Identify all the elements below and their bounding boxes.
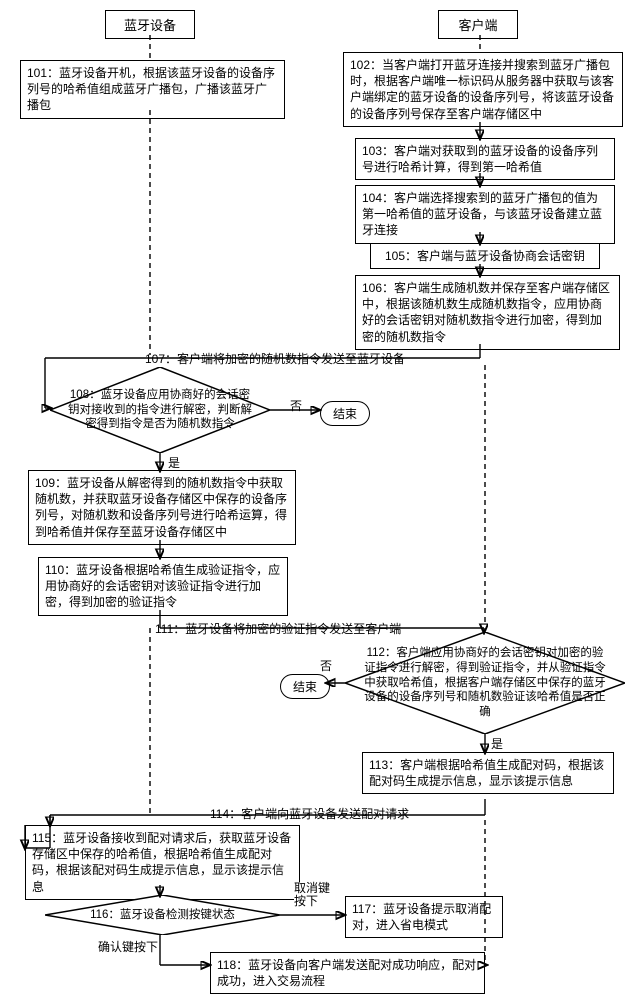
step-117-text: 117：蓝牙设备提示取消配对，进入省电模式 — [352, 902, 491, 932]
header-bluetooth-device: 蓝牙设备 — [105, 10, 195, 39]
step-105: 105：客户端与蓝牙设备协商会话密钥 — [370, 243, 600, 269]
step-102-text: 102：当客户端打开蓝牙连接并搜索到蓝牙广播包时，根据客户端唯一标识码从服务器中… — [350, 58, 614, 121]
step-103: 103：客户端对获取到的蓝牙设备的设备序列号进行哈希计算，得到第一哈希值 — [355, 138, 615, 180]
step-106-text: 106：客户端生成随机数并保存至客户端存储区中，根据该随机数生成随机数指令，应用… — [362, 281, 610, 344]
label-108-yes: 是 — [168, 454, 180, 471]
end-108-text: 结束 — [333, 407, 357, 421]
decision-116: 116：蓝牙设备检测按键状态 — [45, 895, 280, 935]
terminator-end-112: 结束 — [280, 674, 330, 699]
step-106: 106：客户端生成随机数并保存至客户端存储区中，根据该随机数生成随机数指令，应用… — [355, 275, 620, 350]
header-client: 客户端 — [438, 10, 518, 39]
decision-112-text: 112：客户端应用协商好的会话密钥对加密的验证指令进行解密，得到验证指令，并从验… — [345, 646, 625, 721]
label-112-yes: 是 — [491, 735, 503, 752]
step-118: 118：蓝牙设备向客户端发送配对成功响应，配对成功，进入交易流程 — [210, 952, 485, 994]
decision-116-text: 116：蓝牙设备检测按键状态 — [72, 908, 253, 923]
step-104-text: 104：客户端选择搜索到的蓝牙广播包的值为第一哈希值的蓝牙设备，与该蓝牙设备建立… — [362, 191, 602, 237]
step-105-text: 105：客户端与蓝牙设备协商会话密钥 — [385, 249, 585, 263]
terminator-end-108: 结束 — [320, 401, 370, 426]
flowchart: 蓝牙设备 客户端 101：蓝牙设备开机，根据该蓝牙设备的设备序列号的哈希值组成蓝… — [10, 10, 631, 990]
header-left-text: 蓝牙设备 — [124, 18, 176, 33]
label-114-text: 114：客户端向蓝牙设备发送配对请求 — [210, 807, 409, 821]
step-115-text: 115：蓝牙设备接收到配对请求后，获取蓝牙设备存储区中保存的哈希值，根据哈希值生… — [32, 831, 291, 894]
step-104: 104：客户端选择搜索到的蓝牙广播包的值为第一哈希值的蓝牙设备，与该蓝牙设备建立… — [355, 185, 615, 244]
cancel-key-text: 取消键按下 — [294, 882, 334, 908]
decision-108-text: 108：蓝牙设备应用协商好的会话密钥对接收到的指令进行解密，判断解密得到指令是否… — [50, 388, 270, 433]
step-103-text: 103：客户端对获取到的蓝牙设备的设备序列号进行哈希计算，得到第一哈希值 — [362, 144, 598, 174]
step-102: 102：当客户端打开蓝牙连接并搜索到蓝牙广播包时，根据客户端唯一标识码从服务器中… — [343, 52, 623, 127]
step-101: 101：蓝牙设备开机，根据该蓝牙设备的设备序列号的哈希值组成蓝牙广播包，广播该蓝… — [20, 60, 285, 119]
label-114: 114：客户端向蓝牙设备发送配对请求 — [210, 805, 409, 822]
step-110: 110：蓝牙设备根据哈希值生成验证指令，应用协商好的会话密钥对该验证指令进行加密… — [38, 557, 288, 616]
step-118-text: 118：蓝牙设备向客户端发送配对成功响应，配对成功，进入交易流程 — [217, 958, 476, 988]
label-107: 107：客户端将加密的随机数指令发送至蓝牙设备 — [145, 350, 405, 367]
decision-112: 112：客户端应用协商好的会话密钥对加密的验证指令进行解密，得到验证指令，并从验… — [345, 632, 625, 734]
step-110-text: 110：蓝牙设备根据哈希值生成验证指令，应用协商好的会话密钥对该验证指令进行加密… — [45, 563, 280, 609]
step-113-text: 113：客户端根据哈希值生成配对码，根据该配对码生成提示信息，显示该提示信息 — [369, 758, 604, 788]
label-107-text: 107：客户端将加密的随机数指令发送至蓝牙设备 — [145, 352, 405, 366]
step-117: 117：蓝牙设备提示取消配对，进入省电模式 — [345, 896, 503, 938]
step-115: 115：蓝牙设备接收到配对请求后，获取蓝牙设备存储区中保存的哈希值，根据哈希值生… — [25, 825, 300, 900]
label-108-no: 否 — [290, 397, 302, 414]
header-right-text: 客户端 — [458, 18, 497, 33]
step-109: 109：蓝牙设备从解密得到的随机数指令中获取随机数，并获取蓝牙设备存储区中保存的… — [28, 470, 296, 545]
label-112-no: 否 — [320, 657, 332, 674]
step-113: 113：客户端根据哈希值生成配对码，根据该配对码生成提示信息，显示该提示信息 — [362, 752, 614, 794]
end-112-text: 结束 — [293, 680, 317, 694]
step-109-text: 109：蓝牙设备从解密得到的随机数指令中获取随机数，并获取蓝牙设备存储区中保存的… — [35, 476, 287, 539]
step-101-text: 101：蓝牙设备开机，根据该蓝牙设备的设备序列号的哈希值组成蓝牙广播包，广播该蓝… — [27, 66, 275, 112]
decision-108: 108：蓝牙设备应用协商好的会话密钥对接收到的指令进行解密，判断解密得到指令是否… — [50, 367, 270, 453]
label-cancel-key: 取消键按下 — [294, 882, 334, 908]
label-confirm-key: 确认键按下 — [98, 938, 158, 955]
